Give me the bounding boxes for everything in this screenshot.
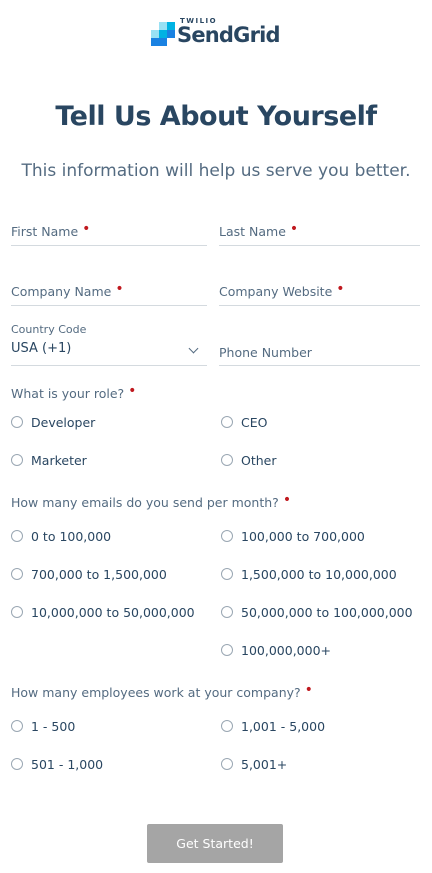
radio-circle-icon: [11, 606, 23, 618]
required-marker: •: [304, 682, 313, 698]
role-question: What is your role? •: [11, 383, 137, 402]
emails-option-7[interactable]: 100,000,000+: [221, 640, 331, 660]
role-option-developer[interactable]: Developer: [11, 412, 95, 432]
get-started-button[interactable]: Get Started!: [147, 824, 283, 863]
emails-option-5[interactable]: 10,000,000 to 50,000,000: [11, 602, 195, 622]
emails-option-3[interactable]: 700,000 to 1,500,000: [11, 564, 167, 584]
company-website-label: Company Website: [219, 284, 333, 299]
role-question-label: What is your role?: [11, 386, 125, 401]
radio-circle-icon: [11, 720, 23, 732]
emails-question-label: How many emails do you send per month?: [11, 495, 279, 510]
employees-option-1[interactable]: 1 - 500: [11, 716, 75, 736]
last-name-label: Last Name: [219, 224, 286, 239]
radio-circle-icon: [11, 568, 23, 580]
employees-option-4[interactable]: 5,001+: [221, 754, 287, 774]
company-website-field[interactable]: Company Website •: [219, 281, 420, 306]
radio-circle-icon: [221, 720, 233, 732]
radio-circle-icon: [221, 454, 233, 466]
radio-circle-icon: [11, 416, 23, 428]
company-name-field[interactable]: Company Name •: [11, 281, 207, 306]
role-option-marketer[interactable]: Marketer: [11, 450, 87, 470]
sendgrid-logo-icon: [151, 22, 175, 46]
company-name-label: Company Name: [11, 284, 112, 299]
phone-number-label: Phone Number: [219, 345, 312, 360]
radio-circle-icon: [221, 758, 233, 770]
radio-circle-icon: [11, 758, 23, 770]
country-code-select[interactable]: Country Code USA (+1): [11, 323, 207, 366]
radio-circle-icon: [11, 530, 23, 542]
employees-question-label: How many employees work at your company?: [11, 685, 301, 700]
chevron-down-icon: [188, 343, 199, 354]
radio-circle-icon: [221, 416, 233, 428]
radio-circle-icon: [221, 530, 233, 542]
first-name-field[interactable]: First Name •: [11, 221, 207, 246]
emails-option-4[interactable]: 1,500,000 to 10,000,000: [221, 564, 397, 584]
emails-option-2[interactable]: 100,000 to 700,000: [221, 526, 365, 546]
role-option-ceo[interactable]: CEO: [221, 412, 267, 432]
employees-question: How many employees work at your company?…: [11, 682, 313, 701]
emails-option-1[interactable]: 0 to 100,000: [11, 526, 111, 546]
required-marker: •: [282, 492, 292, 508]
page-subtitle: This information will help us serve you …: [21, 161, 411, 181]
country-code-label: Country Code: [11, 323, 87, 336]
required-marker: •: [336, 281, 345, 297]
first-name-label: First Name: [11, 224, 79, 239]
employees-option-3[interactable]: 501 - 1,000: [11, 754, 103, 774]
required-marker: •: [115, 281, 124, 297]
last-name-field[interactable]: Last Name •: [219, 221, 420, 246]
page-title: Tell Us About Yourself: [55, 101, 377, 132]
logo-product-text: SendGrid: [177, 23, 281, 47]
required-marker: •: [289, 221, 299, 237]
radio-circle-icon: [221, 568, 233, 580]
radio-circle-icon: [11, 454, 23, 466]
country-code-value: USA (+1): [11, 341, 72, 356]
employees-option-2[interactable]: 1,001 - 5,000: [221, 716, 325, 736]
required-marker: •: [128, 383, 137, 399]
phone-number-field[interactable]: Phone Number: [219, 343, 420, 366]
emails-option-6[interactable]: 50,000,000 to 100,000,000: [221, 602, 413, 622]
radio-circle-icon: [221, 644, 233, 656]
emails-question: How many emails do you send per month? •: [11, 492, 292, 511]
required-marker: •: [82, 221, 91, 237]
role-option-other[interactable]: Other: [221, 450, 277, 470]
radio-circle-icon: [221, 606, 233, 618]
